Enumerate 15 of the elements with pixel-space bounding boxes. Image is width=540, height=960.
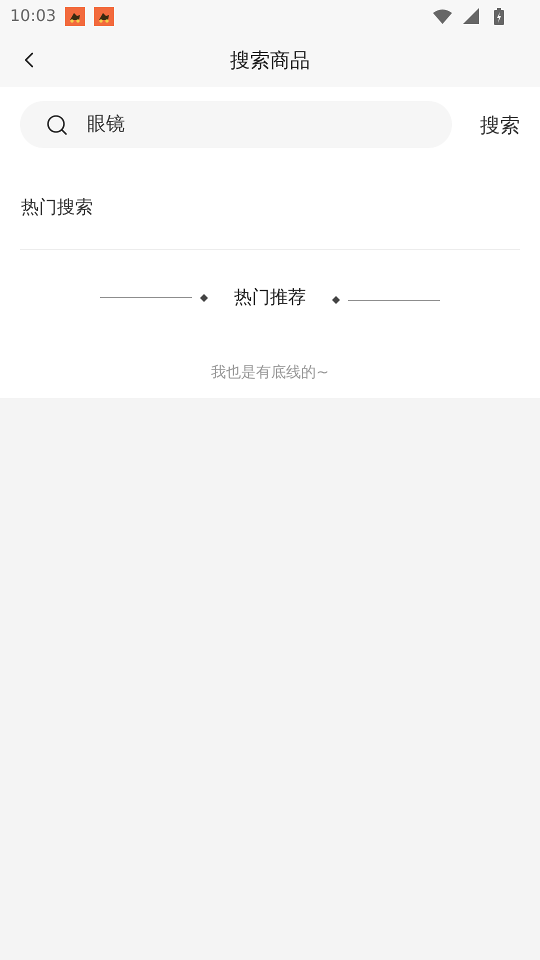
section-title: 热门搜索 — [21, 197, 93, 218]
wifi-icon — [433, 8, 452, 24]
signal-icon — [463, 8, 479, 24]
battery-icon — [494, 8, 504, 24]
diamond-icon — [332, 296, 340, 304]
app-notification-icon — [94, 6, 114, 26]
diamond-icon — [200, 294, 208, 302]
status-time: 10:03 — [10, 5, 56, 27]
search-button[interactable]: 搜索 — [480, 110, 520, 140]
search-icon — [45, 112, 69, 136]
end-of-list-text: 我也是有底线的~ — [211, 362, 329, 383]
page-title: 搜索商品 — [230, 46, 310, 74]
app-notification-icon — [65, 6, 86, 26]
section-title: 热门推荐 — [234, 286, 306, 310]
search-field[interactable]: 眼镜 — [20, 101, 452, 148]
